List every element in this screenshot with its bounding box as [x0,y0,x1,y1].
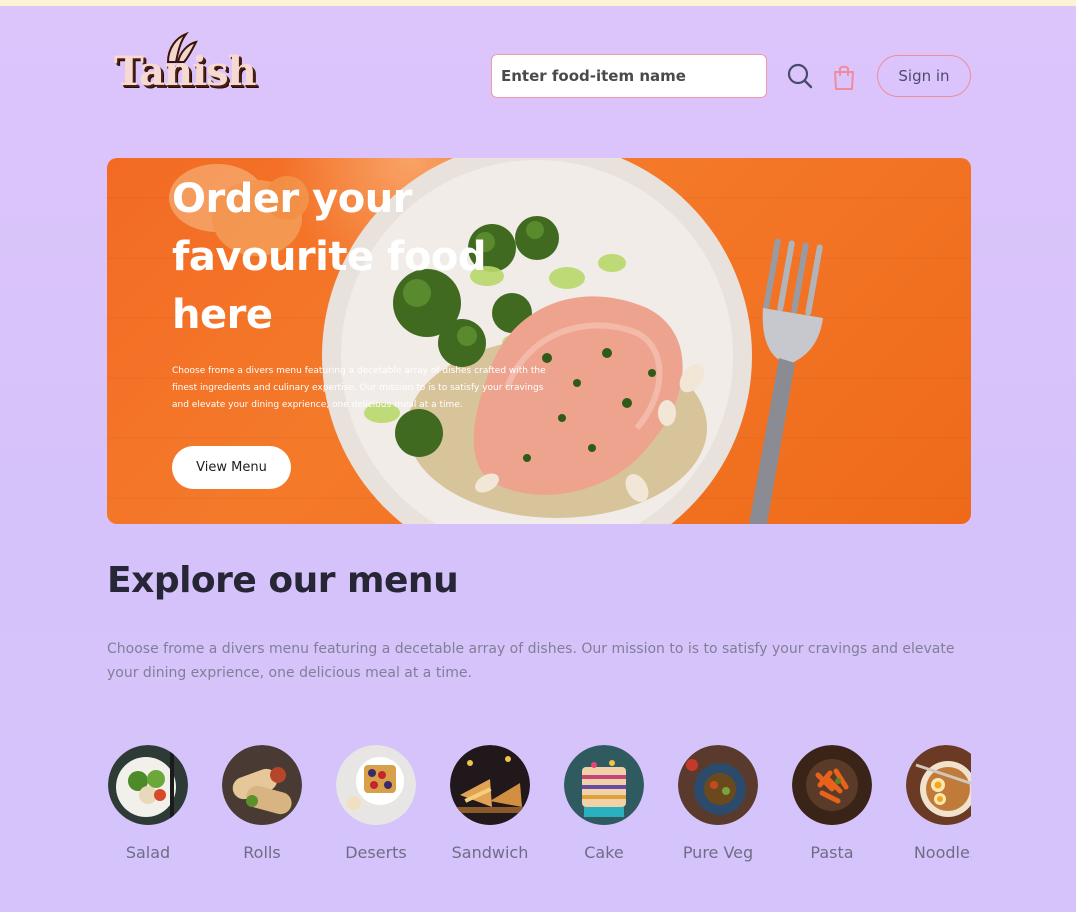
menu-item-label: Pasta [810,843,854,862]
pasta-image [792,745,872,825]
sandwich-image [450,745,530,825]
hero-title-line-2: favourite food [172,234,487,280]
menu-item-label: Deserts [345,843,407,862]
salad-image [108,745,188,825]
explore-menu-heading: Explore our menu [107,560,459,601]
hero-title: Order your favourite food here [172,170,532,344]
logo-text: Tanish [114,48,257,95]
rolls-image [222,745,302,825]
hero-description: Choose frome a divers menu featuring a d… [172,366,546,410]
menu-item-sandwich[interactable]: Sandwich [449,745,531,862]
menu-item-cake[interactable]: Cake [563,745,645,862]
shopping-bag-icon[interactable] [832,63,856,91]
menu-item-label: Sandwich [451,843,529,862]
menu-item-label: Cake [584,843,624,862]
menu-item-pure-veg[interactable]: Pure Veg [677,745,759,862]
menu-item-pasta[interactable]: Pasta [791,745,873,862]
sign-in-button[interactable]: Sign in [877,55,971,97]
menu-item-deserts[interactable]: Deserts [335,745,417,862]
view-menu-button[interactable]: View Menu [172,446,291,489]
menu-item-label: Pure Veg [682,843,754,862]
menu-item-label: Noodles [913,843,971,862]
logo[interactable]: Tanish [112,30,257,100]
hero-banner: Order your favourite food here Choose fr… [107,158,971,524]
noodles-image [906,745,971,825]
hero-title-line-3: here [172,292,273,338]
deserts-image [336,745,416,825]
hero-title-line-1: Order your [172,176,412,222]
menu-item-label: Salad [125,843,171,862]
top-border [0,0,1076,6]
pure-veg-image [678,745,758,825]
menu-item-noodles[interactable]: Noodles [905,745,971,862]
menu-category-list: Salad Rolls Deserts Sandwich Cake Pure V… [107,745,971,875]
menu-item-salad[interactable]: Salad [107,745,189,862]
search-input[interactable] [491,54,767,98]
menu-item-label: Rolls [243,843,281,862]
search-icon[interactable] [786,62,814,90]
cake-image [564,745,644,825]
explore-menu-description: Choose frome a divers menu featuring a d… [107,641,955,681]
menu-item-rolls[interactable]: Rolls [221,745,303,862]
